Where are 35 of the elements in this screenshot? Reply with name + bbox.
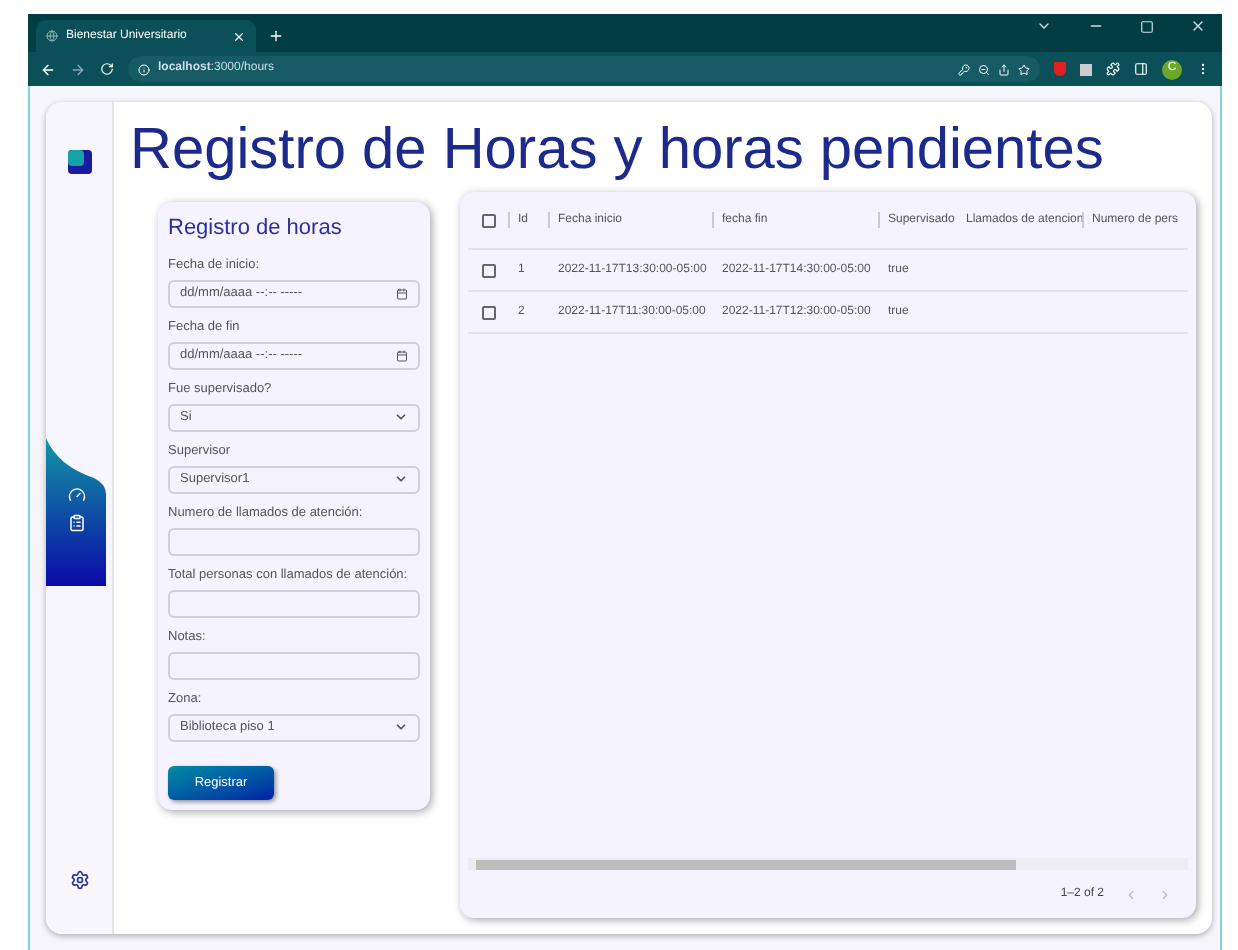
side-panel-icon[interactable] (1134, 62, 1148, 76)
share-icon[interactable] (998, 63, 1010, 75)
close-icon[interactable] (1190, 18, 1206, 34)
extension-icon[interactable] (1080, 63, 1092, 75)
zoom-out-icon[interactable] (978, 63, 990, 75)
checkbox[interactable] (481, 263, 495, 277)
form-title: Registro de horas (168, 214, 344, 244)
chevron-down-icon (394, 720, 408, 734)
checkbox[interactable] (481, 305, 495, 319)
key-icon[interactable] (958, 63, 970, 75)
calendar-icon (396, 287, 408, 299)
gauge-icon[interactable] (68, 486, 86, 504)
horizontal-scrollbar[interactable] (468, 858, 1188, 870)
forward-icon[interactable] (70, 61, 86, 77)
puzzle-icon[interactable] (1106, 62, 1120, 76)
chevron-down-icon (394, 410, 408, 424)
input-field[interactable] (168, 527, 420, 555)
star-icon[interactable] (1018, 63, 1030, 75)
logo-icon (67, 150, 91, 174)
favicon-icon (46, 30, 58, 42)
settings-icon[interactable] (69, 870, 89, 890)
menu-icon[interactable] (1196, 62, 1210, 76)
maximize-icon[interactable] (1140, 19, 1154, 33)
calendar-icon (396, 349, 408, 361)
chevron-down-icon (394, 472, 408, 486)
page-title: Registro de Horas y horas pendientes (130, 116, 1106, 186)
info-icon (138, 63, 150, 75)
back-icon[interactable] (40, 61, 56, 77)
input-field[interactable] (168, 589, 420, 617)
checkbox[interactable] (481, 213, 495, 227)
reload-icon[interactable] (100, 62, 114, 76)
chevron-down-icon[interactable] (1036, 18, 1052, 34)
clipboard-icon[interactable] (68, 514, 86, 532)
new-tab-icon[interactable] (268, 28, 284, 44)
input-field[interactable] (168, 651, 420, 679)
